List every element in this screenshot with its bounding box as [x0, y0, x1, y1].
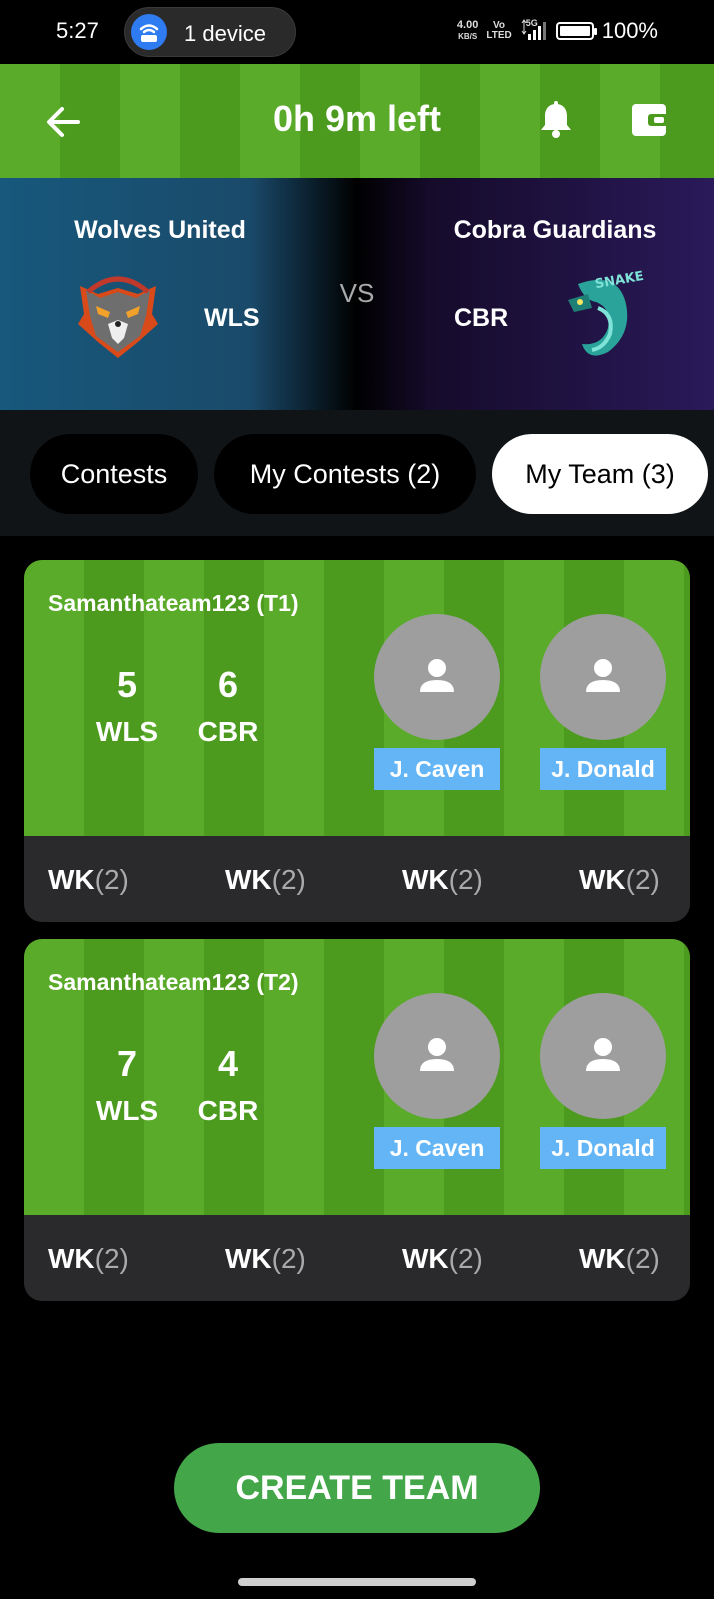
role-summary: WK(2) WK(2) WK(2) WK(2): [24, 1215, 690, 1301]
team-card[interactable]: Samanthateam123 (T2) 7 WLS 4 CBR J. Cave…: [24, 939, 690, 1301]
device-count-label: 1 device: [184, 21, 266, 46]
role-number: (2): [625, 1243, 660, 1274]
role-label: WK: [225, 1243, 272, 1274]
network-speed-unit: KB/S: [458, 32, 478, 41]
team-name: Samanthateam123 (T1): [48, 590, 299, 616]
role-number: (2): [271, 1243, 306, 1274]
role-count: WK(2): [225, 864, 306, 896]
time-left-title: 0h 9m left: [272, 98, 442, 139]
status-bar: 5:27 1 device 4.00 KB/S Vo LTED 5G 100%: [0, 0, 714, 64]
role-count: WK(2): [402, 864, 483, 896]
role-label: WK: [402, 864, 449, 895]
role-label: WK: [48, 864, 95, 895]
tab-contests[interactable]: Contests: [30, 434, 198, 514]
status-indicators: 4.00 KB/S Vo LTED 5G 100%: [457, 16, 658, 46]
away-team-name: Cobra Guardians: [453, 216, 657, 244]
app-header: 0h 9m left: [0, 64, 714, 178]
role-label: WK: [579, 1243, 626, 1274]
player-name-tag: J. Caven: [374, 748, 500, 790]
person-icon: [586, 659, 620, 692]
role-number: (2): [94, 864, 129, 895]
role-count: WK(2): [402, 1243, 483, 1275]
tab-my-team[interactable]: My Team (3): [492, 434, 708, 514]
match-banner: Wolves United WLS VS Cobra Guardians CBR…: [0, 178, 714, 410]
team-card[interactable]: Samanthateam123 (T1) 5 WLS 6 CBR J. Cave…: [24, 560, 690, 922]
home-indicator[interactable]: [238, 1578, 476, 1586]
role-summary: WK(2) WK(2) WK(2) WK(2): [24, 836, 690, 922]
team-field: Samanthateam123 (T1) 5 WLS 6 CBR J. Cave…: [24, 560, 690, 836]
home-count-value: 5: [116, 664, 138, 705]
notifications-button[interactable]: [532, 96, 580, 144]
player-name-tag: J. Donald: [540, 748, 666, 790]
network-speed: 4.00 KB/S: [457, 20, 478, 42]
create-team-button[interactable]: CREATE TEAM: [174, 1443, 540, 1533]
role-number: (2): [448, 864, 483, 895]
role-count: WK(2): [579, 864, 660, 896]
role-label: WK: [48, 1243, 95, 1274]
bell-icon: [541, 101, 571, 138]
role-count: WK(2): [48, 864, 129, 896]
away-team-code: CBR: [454, 304, 509, 332]
away-player-count: 6 CBR: [188, 664, 268, 748]
player-name-tag: J. Donald: [540, 1127, 666, 1169]
away-count-code: CBR: [197, 1095, 259, 1126]
tab-bar: Contests My Contests (2) My Team (3): [0, 410, 714, 536]
role-label: WK: [579, 864, 626, 895]
volte-bottom: LTED: [486, 30, 512, 41]
player-name-tag: J. Caven: [374, 1127, 500, 1169]
role-number: (2): [94, 1243, 129, 1274]
cobra-logo-text: SNAKE: [594, 269, 645, 292]
player-avatar: [374, 993, 500, 1119]
home-count-value: 7: [116, 1043, 138, 1084]
person-icon: [420, 1038, 454, 1071]
home-player-count: 7 WLS: [87, 1043, 167, 1127]
role-count: WK(2): [48, 1243, 129, 1275]
battery-percent: 100%: [601, 18, 658, 43]
away-count-value: 4: [217, 1043, 239, 1084]
role-count: WK(2): [579, 1243, 660, 1275]
connected-device-pill[interactable]: 1 device: [124, 7, 296, 57]
wallet-button[interactable]: [626, 96, 674, 144]
battery-icon: [555, 22, 597, 40]
cobra-logo-icon: SNAKE: [548, 264, 648, 364]
role-label: WK: [402, 1243, 449, 1274]
tab-my-contests[interactable]: My Contests (2): [214, 434, 476, 514]
home-player-count: 5 WLS: [87, 664, 167, 748]
network-speed-value: 4.00: [456, 19, 479, 31]
away-player-count: 4 CBR: [188, 1043, 268, 1127]
status-time: 5:27: [56, 18, 99, 43]
player-avatar: [540, 993, 666, 1119]
wallet-icon: [632, 104, 668, 136]
team-name: Samanthateam123 (T2): [48, 969, 299, 995]
team-field: Samanthateam123 (T2) 7 WLS 4 CBR J. Cave…: [24, 939, 690, 1215]
volte-icon: Vo LTED: [486, 21, 511, 41]
home-count-code: WLS: [95, 716, 159, 747]
wolf-logo-icon: [68, 264, 168, 364]
role-number: (2): [271, 864, 306, 895]
home-count-code: WLS: [95, 1095, 159, 1126]
home-team-code: WLS: [204, 304, 260, 332]
wifi-router-icon: [131, 14, 167, 50]
role-number: (2): [625, 864, 660, 895]
away-count-value: 6: [217, 664, 239, 705]
home-team-name: Wolves United: [74, 216, 246, 244]
role-number: (2): [448, 1243, 483, 1274]
role-label: WK: [225, 864, 272, 895]
versus-label: VS: [339, 278, 375, 308]
player-avatar: [374, 614, 500, 740]
player-avatar: [540, 614, 666, 740]
away-count-code: CBR: [197, 716, 259, 747]
role-count: WK(2): [225, 1243, 306, 1275]
person-icon: [420, 659, 454, 692]
signal-icon: 5G: [520, 18, 548, 44]
person-icon: [586, 1038, 620, 1071]
